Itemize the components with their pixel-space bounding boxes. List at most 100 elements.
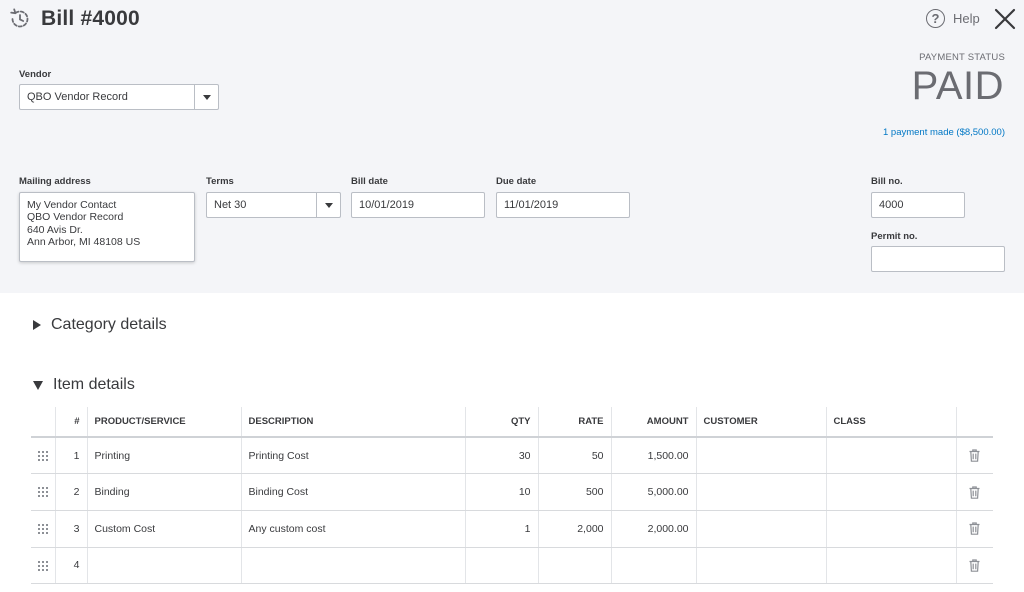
class-cell[interactable]: [825, 547, 956, 585]
item-details-table: # PRODUCT/SERVICE DESCRIPTION QTY RATE A…: [31, 407, 993, 585]
table-row[interactable]: 1 Printing Printing Cost 30 50 1,500.00: [31, 437, 993, 475]
recurring-clock-icon: [10, 8, 29, 28]
permit-no-label: Permit no.: [871, 231, 918, 242]
due-date-value: 11/01/2019: [504, 199, 559, 211]
mailing-address-field[interactable]: My Vendor Contact QBO Vendor Record 640 …: [19, 192, 195, 262]
delete-row-button[interactable]: [955, 510, 993, 548]
trash-icon: [969, 449, 980, 462]
amount-cell[interactable]: 2,000.00: [610, 510, 696, 548]
close-icon[interactable]: [994, 8, 1016, 30]
chevron-down-icon: [324, 202, 333, 208]
expand-arrow-icon: [33, 320, 41, 330]
rate-cell[interactable]: 50: [537, 437, 611, 475]
table-row[interactable]: 2 Binding Binding Cost 10 500 5,000.00: [31, 473, 993, 511]
due-date-label: Due date: [496, 176, 537, 187]
qty-cell[interactable]: 1: [464, 510, 538, 548]
description-cell[interactable]: [240, 547, 465, 585]
amount-cell[interactable]: [610, 547, 696, 585]
qty-cell[interactable]: 30: [464, 437, 538, 475]
payment-made-link[interactable]: 1 payment made ($8,500.00): [883, 127, 1005, 138]
terms-select[interactable]: Net 30: [206, 192, 341, 218]
drag-handle[interactable]: [31, 547, 55, 585]
trash-icon: [969, 485, 980, 499]
bill-no-input[interactable]: 4000: [871, 192, 965, 218]
qty-cell[interactable]: [464, 547, 538, 585]
product-cell[interactable]: Binding: [86, 473, 241, 511]
help-circle-icon: ?: [926, 9, 945, 28]
amount-cell[interactable]: 1,500.00: [610, 437, 696, 475]
column-header-drag: [31, 407, 55, 438]
address-line: 640 Avis Dr.: [27, 223, 83, 236]
address-line: My Vendor Contact: [27, 199, 117, 211]
help-button[interactable]: ? Help: [926, 9, 980, 28]
terms-value: Net 30: [214, 199, 247, 211]
delete-row-button[interactable]: [955, 547, 993, 585]
customer-cell[interactable]: [695, 547, 826, 585]
item-details-label: Item details: [53, 376, 135, 393]
row-index: 2: [54, 473, 87, 511]
category-details-toggle[interactable]: Category details: [33, 316, 167, 334]
bill-date-input[interactable]: 10/01/2019: [351, 192, 485, 218]
table-row[interactable]: 3 Custom Cost Any custom cost 1 2,000 2,…: [31, 510, 993, 548]
vendor-value: QBO Vendor Record: [27, 91, 128, 103]
column-header-product: PRODUCT/SERVICE: [86, 407, 241, 438]
trash-icon: [969, 522, 980, 536]
column-header-rate: RATE: [537, 407, 611, 438]
bill-no-label: Bill no.: [871, 176, 903, 187]
mailing-address-label: Mailing address: [19, 176, 91, 187]
product-cell[interactable]: Printing: [86, 437, 241, 475]
class-cell[interactable]: [825, 510, 956, 548]
drag-handle[interactable]: [31, 437, 55, 475]
delete-row-button[interactable]: [955, 437, 993, 475]
description-cell[interactable]: Any custom cost: [240, 510, 465, 548]
bill-date-label: Bill date: [351, 176, 388, 187]
drag-handle[interactable]: [31, 510, 55, 548]
product-cell[interactable]: Custom Cost: [86, 510, 241, 548]
drag-handle-icon: [37, 523, 48, 534]
trash-icon: [969, 559, 980, 572]
bill-no-value: 4000: [879, 199, 904, 211]
address-line: QBO Vendor Record: [27, 211, 124, 224]
drag-handle-icon: [37, 560, 48, 571]
class-cell[interactable]: [825, 437, 956, 475]
rate-cell[interactable]: 500: [537, 473, 611, 511]
rate-cell[interactable]: 2,000: [537, 510, 611, 548]
description-cell[interactable]: Printing Cost: [240, 437, 465, 475]
column-header-description: DESCRIPTION: [240, 407, 465, 438]
page-title: Bill #4000: [41, 7, 140, 30]
chevron-down-icon: [202, 94, 211, 100]
vendor-dropdown-toggle[interactable]: [194, 85, 218, 109]
rate-cell[interactable]: [537, 547, 611, 585]
row-index: 3: [54, 510, 87, 548]
permit-no-input[interactable]: [871, 246, 1005, 272]
customer-cell[interactable]: [695, 437, 826, 475]
description-cell[interactable]: Binding Cost: [240, 473, 465, 511]
customer-cell[interactable]: [695, 510, 826, 548]
terms-dropdown-toggle[interactable]: [316, 193, 340, 217]
row-index: 1: [54, 437, 87, 475]
qty-cell[interactable]: 10: [464, 473, 538, 511]
help-label: Help: [953, 11, 980, 26]
collapse-arrow-icon: [33, 380, 43, 390]
column-header-actions: [955, 407, 993, 438]
drag-handle-icon: [37, 487, 48, 498]
item-details-toggle[interactable]: Item details: [33, 376, 135, 394]
due-date-input[interactable]: 11/01/2019: [496, 192, 630, 218]
column-header-qty: QTY: [464, 407, 538, 438]
column-header-amount: AMOUNT: [610, 407, 696, 438]
category-details-label: Category details: [51, 316, 167, 333]
customer-cell[interactable]: [695, 473, 826, 511]
table-row[interactable]: 4: [31, 547, 993, 585]
column-header-customer: CUSTOMER: [695, 407, 826, 438]
class-cell[interactable]: [825, 473, 956, 511]
drag-handle[interactable]: [31, 473, 55, 511]
column-header-class: CLASS: [825, 407, 956, 438]
bill-header-panel: Bill #4000 ? Help Vendor QBO Vendor Reco…: [0, 0, 1024, 293]
product-cell[interactable]: [86, 547, 241, 585]
table-header-row: # PRODUCT/SERVICE DESCRIPTION QTY RATE A…: [31, 407, 993, 438]
delete-row-button[interactable]: [955, 473, 993, 511]
terms-label: Terms: [206, 176, 234, 187]
amount-cell[interactable]: 5,000.00: [610, 473, 696, 511]
address-line: Ann Arbor, MI 48108 US: [27, 235, 141, 248]
vendor-select[interactable]: QBO Vendor Record: [19, 84, 219, 110]
